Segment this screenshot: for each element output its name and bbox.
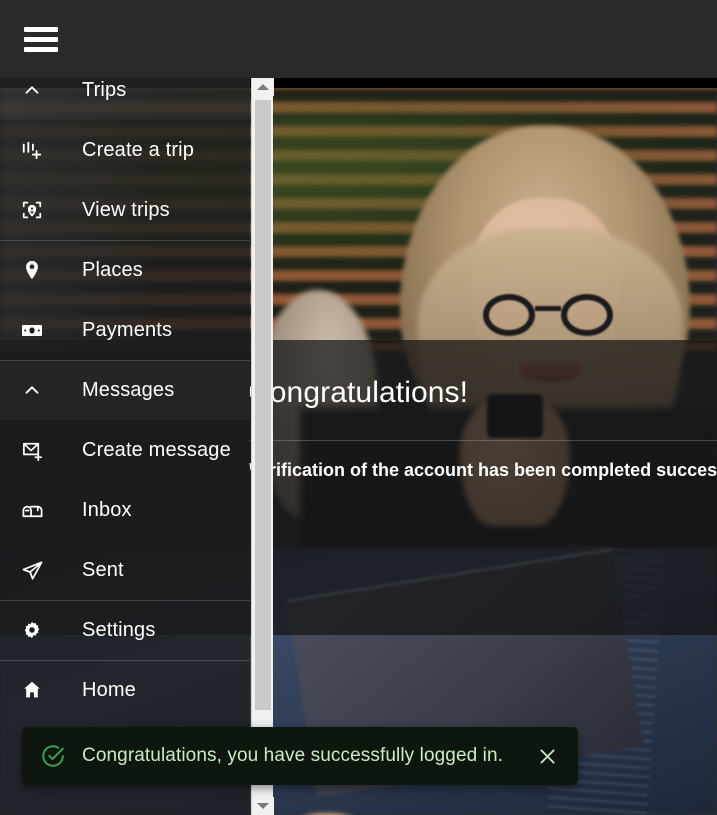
content-divider	[248, 440, 717, 441]
sidebar-item-label: Inbox	[82, 498, 132, 521]
banknote-icon	[8, 318, 56, 342]
sidebar-item-create-a-trip[interactable]: Create a trip	[0, 120, 250, 180]
home-icon	[8, 679, 56, 701]
sidebar-item-trips[interactable]: Trips	[0, 78, 250, 120]
toast-notification: Congratulations, you have successfully l…	[22, 727, 578, 785]
background-glasses	[483, 294, 613, 336]
sidebar-item-messages[interactable]: Messages	[0, 360, 250, 420]
sidebar-item-label: Trips	[82, 78, 127, 101]
scroll-down-button[interactable]	[252, 797, 274, 815]
navigation-list: Trips Create a trip View trips Places Pa…	[0, 78, 250, 780]
scroll-down-arrow-icon	[257, 803, 269, 809]
map-pin-icon	[8, 259, 56, 281]
paper-plane-icon	[8, 559, 56, 582]
scroll-up-arrow-icon	[257, 84, 269, 90]
app-bar	[0, 0, 717, 78]
app-root: Congratulations! Verification of the acc…	[0, 0, 717, 815]
close-icon[interactable]	[532, 741, 562, 771]
sidebar-item-settings[interactable]: Settings	[0, 600, 250, 660]
sidebar-item-places[interactable]: Places	[0, 240, 250, 300]
drawer-scrollbar[interactable]	[251, 78, 274, 815]
hamburger-menu-icon[interactable]	[24, 27, 58, 52]
location-scan-icon	[8, 199, 56, 221]
navigation-drawer[interactable]: Trips Create a trip View trips Places Pa…	[0, 78, 250, 815]
sidebar-item-label: Sent	[82, 558, 124, 581]
sidebar-item-label: Create message	[82, 438, 231, 461]
check-circle-icon	[40, 743, 66, 769]
sidebar-item-view-trips[interactable]: View trips	[0, 180, 250, 240]
sidebar-item-label: View trips	[82, 198, 170, 221]
sidebar-item-label: Payments	[82, 318, 173, 341]
envelope-add-icon	[8, 439, 56, 462]
scrollbar-thumb[interactable]	[255, 100, 271, 710]
sidebar-item-label: Create a trip	[82, 138, 194, 161]
mailbox-icon	[8, 499, 56, 522]
page-title: Congratulations!	[248, 376, 469, 409]
playlist-add-icon	[8, 139, 56, 161]
scroll-up-button[interactable]	[252, 78, 274, 96]
sidebar-item-create-message[interactable]: Create message	[0, 420, 250, 480]
content-body-text: Verification of the account has been com…	[248, 460, 717, 480]
sidebar-item-inbox[interactable]: Inbox	[0, 480, 250, 540]
chevron-up-icon	[8, 79, 56, 101]
toast-message: Congratulations, you have successfully l…	[82, 745, 504, 766]
sidebar-item-label: Home	[82, 678, 136, 701]
chevron-up-icon	[8, 379, 56, 401]
sidebar-item-label: Messages	[82, 378, 175, 401]
sidebar-item-label: Places	[82, 258, 143, 281]
gear-icon	[8, 619, 56, 641]
sidebar-item-home[interactable]: Home	[0, 660, 250, 720]
sidebar-item-payments[interactable]: Payments	[0, 300, 250, 360]
sidebar-item-label: Settings	[82, 618, 156, 641]
sidebar-item-sent[interactable]: Sent	[0, 540, 250, 600]
